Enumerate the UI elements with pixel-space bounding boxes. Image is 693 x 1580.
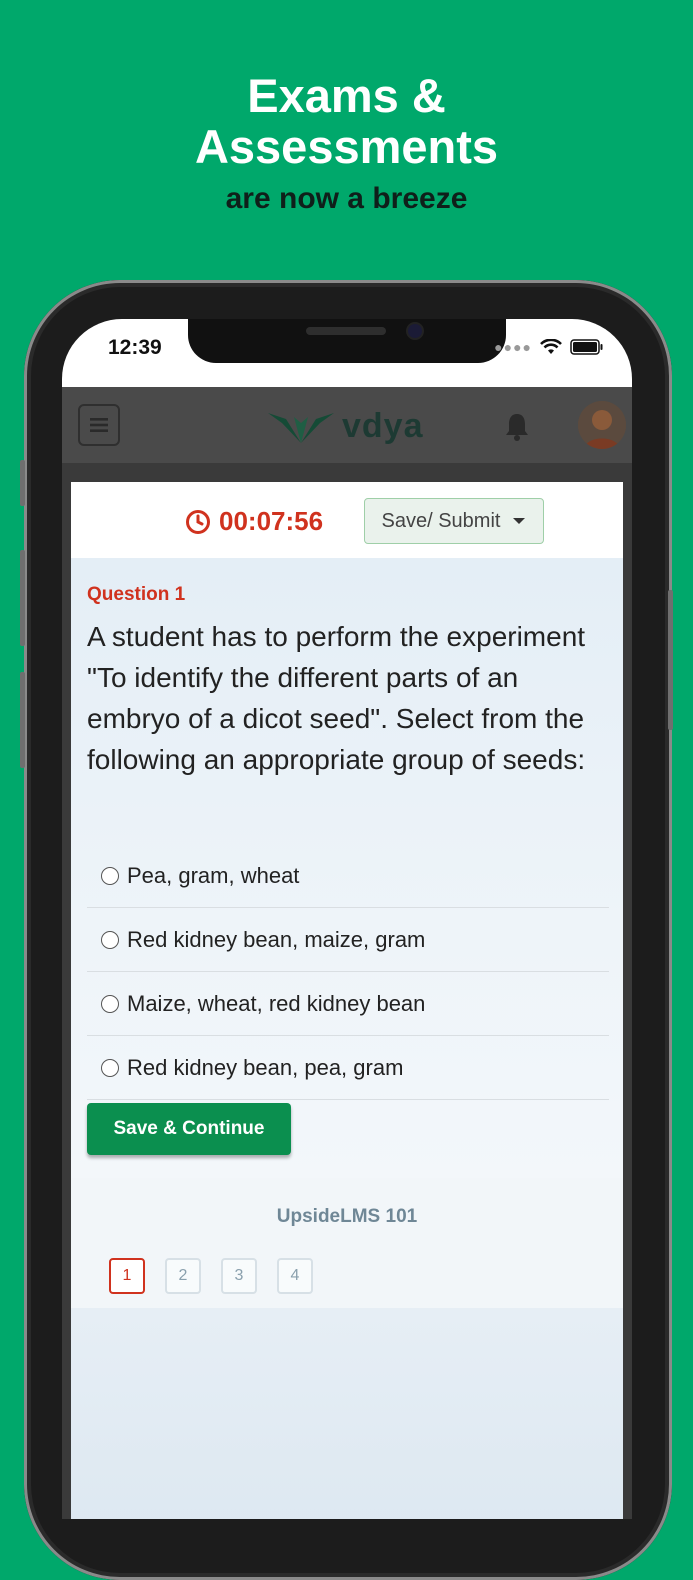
promo-header: Exams & Assessments are now a breeze: [0, 70, 693, 216]
promo-title: Exams & Assessments: [0, 70, 693, 172]
question-panel: Question 1 A student has to perform the …: [71, 558, 623, 1178]
answer-option-label: Red kidney bean, pea, gram: [127, 1054, 404, 1080]
phone-power-button: [668, 590, 673, 730]
timer: 00:07:56: [185, 506, 323, 537]
question-pagination: 1 2 3 4: [109, 1258, 313, 1294]
hamburger-icon: [90, 418, 108, 432]
answer-options: Pea, gram, wheat Red kidney bean, maize,…: [87, 844, 609, 1100]
promo-subtitle: are now a breeze: [225, 182, 468, 215]
user-avatar[interactable]: [578, 401, 626, 449]
phone-volume-up: [20, 550, 25, 646]
quiz-toolbar: 00:07:56 Save/ Submit: [71, 482, 623, 558]
save-submit-dropdown[interactable]: Save/ Submit: [364, 498, 544, 544]
page-button-1[interactable]: 1: [109, 1258, 145, 1294]
promo-title-line1: Exams &: [247, 69, 446, 122]
question-text: A student has to perform the experiment …: [87, 621, 586, 775]
status-icons: ●●●●: [494, 339, 604, 355]
answer-option-label: Red kidney bean, maize, gram: [127, 926, 426, 952]
radio-button[interactable]: [101, 866, 119, 885]
radio-button[interactable]: [101, 930, 119, 949]
phone-screen: 12:39 ●●●● vdya 00:07:56 Save/ Submit Qu…: [62, 319, 632, 1519]
phone-notch: [188, 319, 506, 363]
quiz-footer: UpsideLMS 101 1 2 3 4: [71, 1178, 623, 1308]
answer-option[interactable]: Red kidney bean, pea, gram: [87, 1036, 609, 1100]
answer-option-label: Maize, wheat, red kidney bean: [127, 990, 426, 1016]
user-avatar-image: [578, 401, 626, 449]
phone-mute-switch: [20, 460, 25, 506]
clock-icon: [186, 509, 210, 534]
caret-down-icon: [513, 518, 526, 524]
bell-icon: [506, 414, 528, 441]
app-logo: vdya: [266, 407, 424, 446]
app-header: vdya: [62, 387, 632, 464]
answer-option[interactable]: Maize, wheat, red kidney bean: [87, 972, 609, 1036]
answer-option[interactable]: Red kidney bean, maize, gram: [87, 908, 609, 972]
course-name: UpsideLMS 101: [276, 1206, 418, 1227]
notification-button[interactable]: [504, 411, 530, 446]
front-camera: [408, 324, 422, 338]
page-button-4[interactable]: 4: [277, 1258, 313, 1294]
question-number: Question 1: [87, 584, 186, 605]
radio-button[interactable]: [101, 1058, 119, 1077]
wings-logo-icon: [268, 412, 334, 443]
promo-title-line2: Assessments: [194, 120, 499, 173]
battery-icon: [570, 339, 603, 355]
signal-icon: ●●●●: [494, 339, 532, 355]
answer-option-label: Pea, gram, wheat: [127, 862, 300, 888]
quiz-card: 00:07:56 Save/ Submit Question 1 A stude…: [71, 482, 623, 1519]
phone-volume-down: [20, 672, 25, 768]
answer-option[interactable]: Pea, gram, wheat: [87, 844, 609, 908]
page-button-2[interactable]: 2: [165, 1258, 201, 1294]
timer-value: 00:07:56: [219, 506, 324, 536]
save-continue-button[interactable]: Save & Continue: [87, 1103, 291, 1155]
speaker-grille: [306, 327, 386, 335]
save-submit-label: Save/ Submit: [381, 509, 501, 532]
logo-text: vdya: [342, 407, 424, 445]
wifi-icon: [540, 339, 562, 354]
menu-button[interactable]: [78, 404, 120, 446]
radio-button[interactable]: [101, 994, 119, 1013]
content-area-empty: [71, 1308, 623, 1519]
status-time: 12:39: [108, 336, 162, 359]
page-button-3[interactable]: 3: [221, 1258, 257, 1294]
